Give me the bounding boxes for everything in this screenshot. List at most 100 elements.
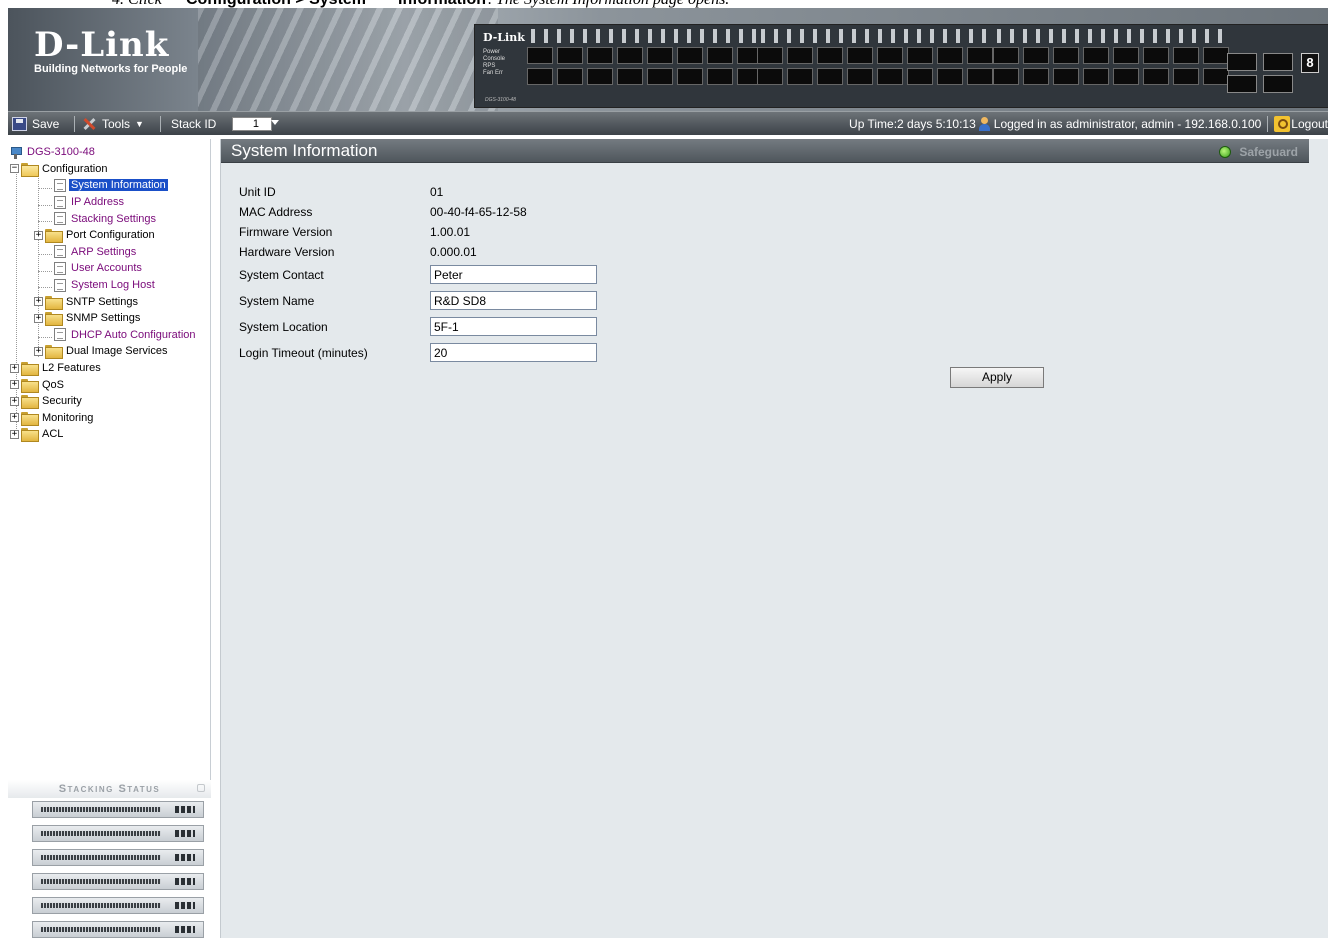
apply-button[interactable]: Apply [950, 367, 1044, 388]
folder-icon [45, 312, 63, 327]
stack-id-select[interactable]: 1 [232, 117, 279, 131]
expand-icon[interactable]: + [34, 297, 43, 307]
collapse-icon[interactable]: − [10, 164, 19, 174]
folder-icon [45, 295, 63, 310]
stack-unit[interactable] [32, 897, 204, 914]
tree-item-arp-settings[interactable]: ARP Settings [10, 244, 210, 261]
stacking-status-heading: Stacking Status [58, 783, 161, 795]
tree-item-monitoring[interactable]: + Monitoring [10, 410, 210, 427]
tree-item-system-information[interactable]: System Information [10, 177, 210, 194]
page-icon [54, 328, 66, 342]
device-icon [10, 146, 22, 159]
tree-item-security[interactable]: + Security [10, 393, 210, 410]
tree-item-acl[interactable]: + ACL [10, 426, 210, 443]
tree-item-l2-features[interactable]: + L2 Features [10, 360, 210, 377]
save-button[interactable]: Save [12, 116, 59, 132]
tree-item-qos[interactable]: + QoS [10, 376, 210, 393]
tree-item-dhcp-auto-configuration[interactable]: DHCP Auto Configuration [10, 327, 210, 344]
expand-icon[interactable]: + [10, 363, 19, 373]
expand-icon[interactable]: + [10, 396, 19, 406]
sfp-port [1227, 75, 1257, 93]
stack-id-value: 1 [252, 118, 259, 130]
tree-item-label: Security [42, 395, 82, 408]
stack-unit[interactable] [32, 849, 204, 866]
sfp-port [1263, 75, 1293, 93]
tree-item-configuration[interactable]: − Configuration [10, 161, 210, 178]
tree-item-label: SNTP Settings [66, 295, 138, 308]
expand-icon[interactable]: + [10, 380, 19, 390]
page-icon [54, 245, 66, 259]
page-icon [54, 261, 66, 275]
logout-link[interactable]: Logout [1291, 117, 1328, 131]
page-icon [54, 178, 66, 192]
tree-item-label: Port Configuration [66, 229, 155, 242]
stack-unit[interactable] [32, 921, 204, 938]
tree-item-stacking-settings[interactable]: Stacking Settings [10, 210, 210, 227]
system-contact-input[interactable] [430, 265, 597, 284]
expand-icon[interactable]: + [34, 230, 43, 240]
stack-id-label: Stack ID [171, 117, 217, 131]
stack-unit[interactable] [32, 801, 204, 818]
folder-icon [21, 378, 39, 393]
tree-root-device[interactable]: DGS-3100-48 [10, 144, 210, 161]
system-name-label: System Name [239, 294, 315, 308]
tree-item-ip-address[interactable]: IP Address [10, 194, 210, 211]
system-contact-label: System Contact [239, 268, 324, 282]
page-header-bar: System Information Safeguard [221, 139, 1310, 163]
tree-item-label: Configuration [42, 162, 108, 175]
tree-item-label: ARP Settings [71, 245, 137, 258]
expand-icon[interactable]: + [34, 346, 43, 356]
system-location-label: System Location [239, 320, 328, 334]
tree-item-dual-image-services[interactable]: + Dual Image Services [10, 343, 210, 360]
expand-icon[interactable]: + [10, 429, 19, 439]
folder-icon [21, 395, 39, 410]
device-front-panel: D-Link Power Console RPS Fan Err DGS-310… [474, 24, 1328, 108]
login-timeout-input[interactable] [430, 343, 597, 362]
caption-menu-item: Information [398, 0, 486, 8]
firmware-version-label: Firmware Version [239, 225, 333, 239]
expand-icon[interactable]: + [10, 413, 19, 423]
sfp-port [1263, 53, 1293, 71]
tree-item-port-configuration[interactable]: + Port Configuration [10, 227, 210, 244]
unit-id-label: Unit ID [239, 185, 276, 199]
system-location-input[interactable] [430, 317, 597, 336]
folder-icon [21, 411, 39, 426]
led-rps: RPS [483, 63, 496, 69]
system-name-input[interactable] [430, 291, 597, 310]
tree-item-user-accounts[interactable]: User Accounts [10, 260, 210, 277]
tree-item-label: System Information [69, 179, 168, 192]
port-group-1 [527, 29, 763, 85]
stack-unit[interactable] [32, 873, 204, 890]
navigation-tree-panel: DGS-3100-48 − Configuration System Infor… [8, 139, 211, 780]
safeguard-indicator: Safeguard [1219, 145, 1298, 159]
save-icon [12, 117, 27, 131]
folder-icon [21, 428, 39, 443]
toolbar: Save Tools ▼ Stack ID 1 Up Time:2 days 5… [8, 111, 1328, 135]
safeguard-label: Safeguard [1239, 145, 1298, 159]
unit-id-value: 01 [430, 185, 444, 199]
popout-icon[interactable] [197, 784, 205, 792]
tree-item-system-log-host[interactable]: System Log Host [10, 277, 210, 294]
scrollbar[interactable] [1309, 139, 1328, 938]
chevron-down-icon [271, 120, 279, 125]
tree-item-label: DHCP Auto Configuration [71, 328, 196, 341]
tree-item-label: User Accounts [71, 262, 142, 275]
tree-item-label: Dual Image Services [66, 345, 168, 358]
tree-item-snmp-settings[interactable]: + SNMP Settings [10, 310, 210, 327]
tree-item-label: Monitoring [42, 411, 94, 424]
tree-item-label: QoS [42, 378, 65, 391]
caption-step: 4. Click [112, 0, 162, 8]
expand-icon[interactable]: + [34, 313, 43, 323]
folder-icon [45, 229, 63, 244]
device-brand: D-Link [483, 31, 525, 44]
dlink-logo: D-Link Building Networks for People [34, 28, 187, 75]
stack-unit[interactable] [32, 825, 204, 842]
uptime-text: Up Time:2 days 5:10:13 [849, 117, 976, 131]
header-decoration [198, 8, 498, 111]
main-content: System Information Safeguard Unit ID 01 … [220, 139, 1328, 938]
tree-item-sntp-settings[interactable]: + SNTP Settings [10, 293, 210, 310]
mac-address-value: 00-40-f4-65-12-58 [430, 205, 527, 219]
tools-menu-button[interactable]: Tools ▼ [82, 116, 144, 132]
logout-icon[interactable] [1274, 116, 1291, 132]
sfp-port [1227, 53, 1257, 71]
